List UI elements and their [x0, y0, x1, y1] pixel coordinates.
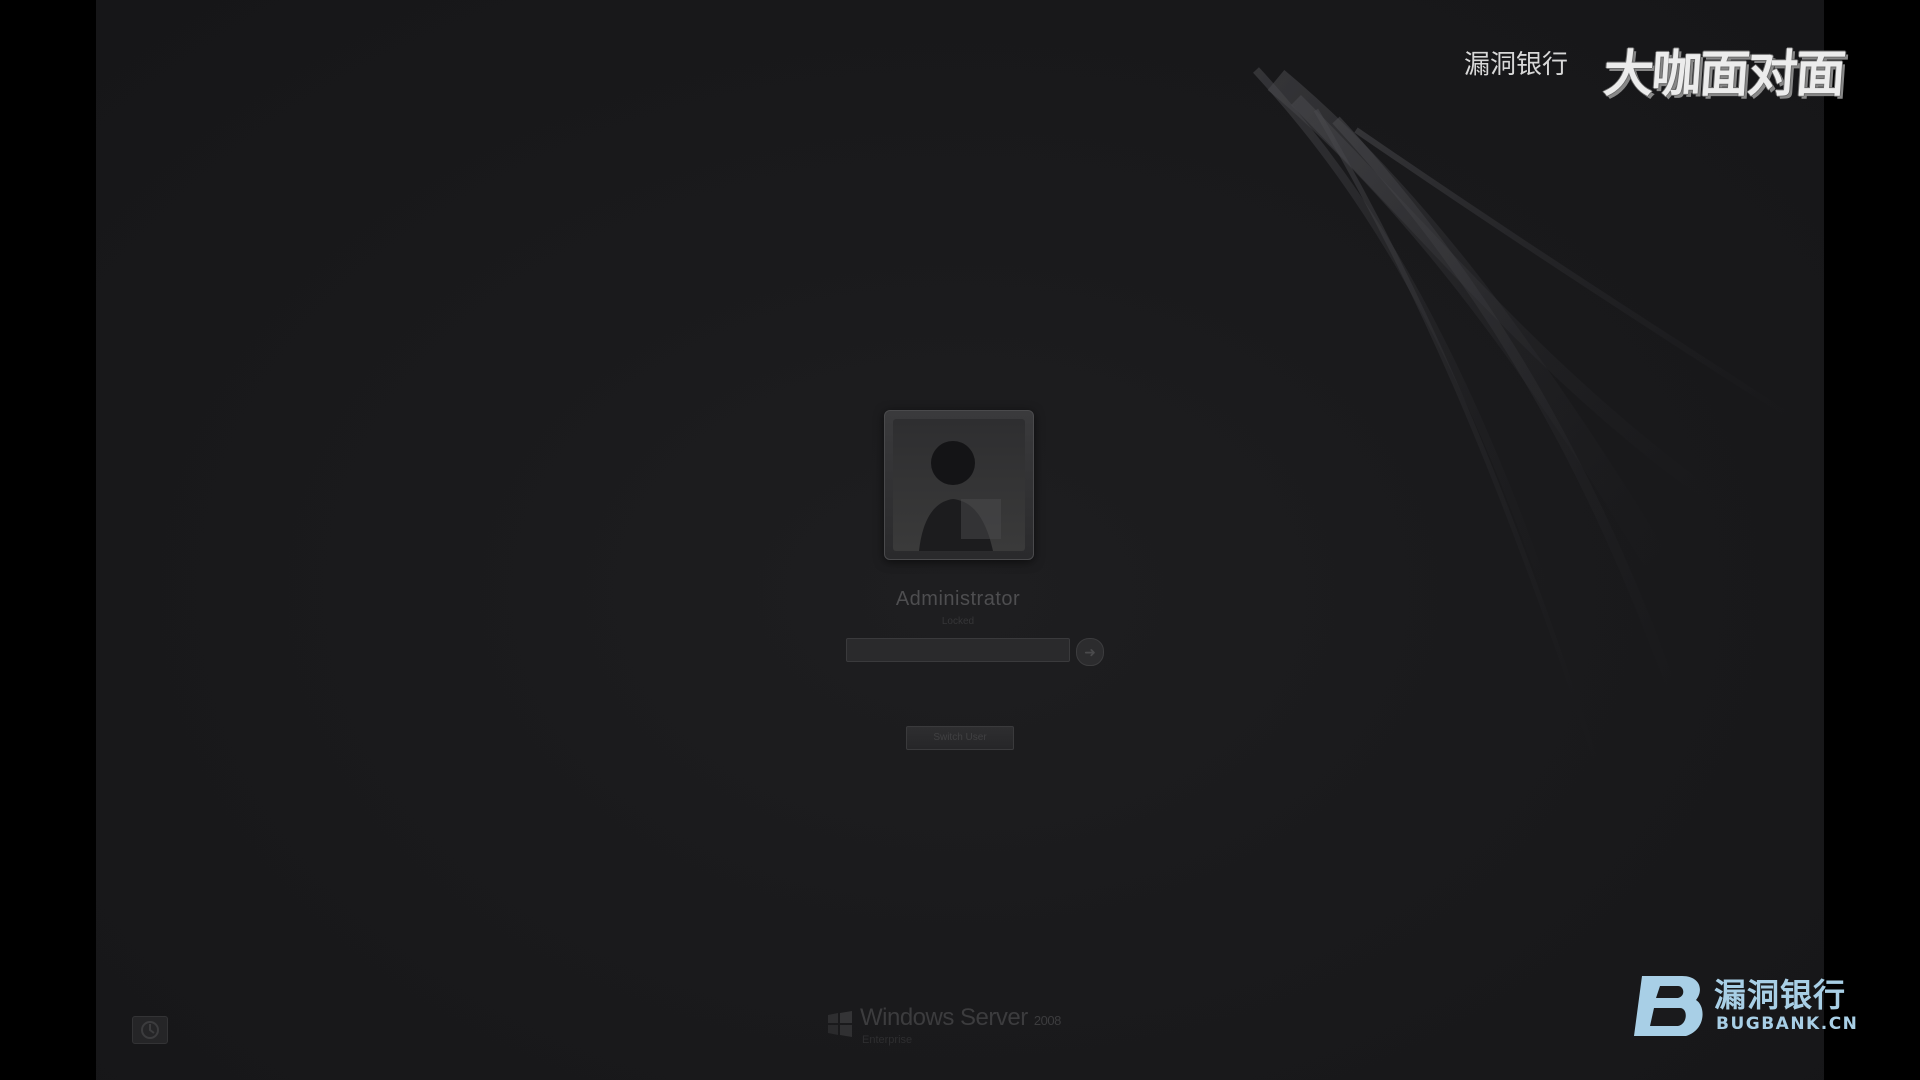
account-status-text: Locked [941, 616, 975, 627]
ease-of-access-icon [141, 1021, 159, 1039]
brand-name-cn: 漏洞银行 [1714, 976, 1847, 1014]
product-name: Windows Server 2008 [860, 1004, 1061, 1031]
user-picture-tile[interactable] [884, 410, 1034, 560]
edition-year: 2008 [1033, 1013, 1061, 1028]
right-arrow-icon: ➜ [1084, 644, 1096, 660]
submit-button[interactable]: ➜ [1076, 638, 1104, 666]
edition-label: Enterprise [862, 1034, 913, 1046]
username-label: Administrator [895, 588, 1021, 610]
bugbank-logo: 漏洞银行 BUGBANK.CN [1630, 972, 1870, 1042]
ease-of-access-button[interactable] [132, 1016, 168, 1044]
windows-server-branding: Windows Server 2008 Enterprise [826, 1004, 1106, 1060]
user-silhouette-icon [893, 419, 1025, 551]
windows-flag-icon [828, 1011, 852, 1037]
login-screen: Administrator Locked ➜ Switch User Windo… [96, 0, 1824, 1080]
brand-name-en: BUGBANK.CN [1716, 1014, 1859, 1034]
password-input[interactable] [846, 638, 1070, 662]
b-logo-icon [1634, 976, 1703, 1036]
watermark-logo-text: 大咖面对面 [1601, 45, 1846, 103]
watermark-text: 漏洞银行 [1464, 50, 1569, 80]
switch-user-button[interactable]: Switch User [906, 726, 1014, 750]
